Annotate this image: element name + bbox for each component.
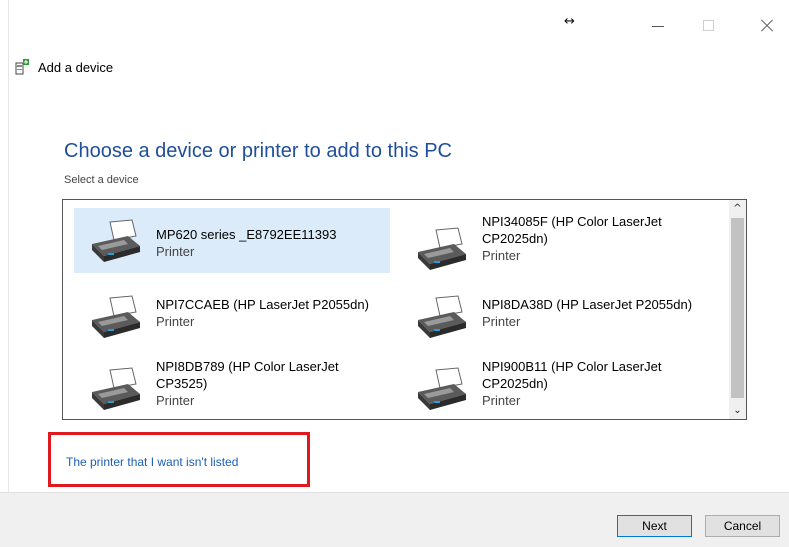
device-item[interactable]: NPI8DB789 (HP Color LaserJet CP3525) Pri… xyxy=(74,348,390,414)
vertical-scrollbar[interactable]: ^ ⌄ xyxy=(729,200,746,419)
device-type: Printer xyxy=(156,244,195,259)
scroll-up-arrow-icon[interactable]: ^ xyxy=(729,200,746,217)
device-name: NPI34085F (HP Color LaserJet CP2025dn) xyxy=(482,214,662,246)
maximize-button[interactable] xyxy=(695,14,725,38)
add-device-window: ↔ Add a device Choose a device or printe… xyxy=(0,0,789,547)
header-title: Add a device xyxy=(38,59,114,75)
select-device-label: Select a device xyxy=(64,174,139,186)
device-item[interactable]: MP620 series _E8792EE11393 Printer xyxy=(74,208,390,273)
device-type: Printer xyxy=(482,248,521,263)
printer-icon xyxy=(88,366,142,412)
printer-icon xyxy=(414,366,468,412)
window-edge xyxy=(8,0,9,546)
title-bar[interactable]: ↔ xyxy=(0,0,789,48)
scroll-down-arrow-icon[interactable]: ⌄ xyxy=(729,402,746,419)
device-item[interactable]: NPI34085F (HP Color LaserJet CP2025dn) P… xyxy=(400,208,716,273)
device-item[interactable]: NPI8DA38D (HP LaserJet P2055dn) Printer xyxy=(400,280,716,340)
device-name: NPI8DB789 (HP Color LaserJet CP3525) xyxy=(156,359,339,391)
device-item[interactable]: NPI900B11 (HP Color LaserJet CP2025dn) P… xyxy=(400,348,716,414)
minimize-button[interactable] xyxy=(644,14,674,38)
device-item[interactable]: NPI7CCAEB (HP LaserJet P2055dn) Printer xyxy=(74,280,390,340)
device-name: NPI8DA38D (HP LaserJet P2055dn) xyxy=(482,297,693,312)
printer-icon xyxy=(88,294,142,340)
device-name: MP620 series _E8792EE11393 xyxy=(156,227,337,242)
device-type: Printer xyxy=(482,393,521,408)
printer-icon xyxy=(88,218,142,264)
resize-cursor-icon: ↔ xyxy=(564,14,575,29)
cancel-button[interactable]: Cancel xyxy=(705,515,780,537)
device-type: Printer xyxy=(156,314,195,329)
page-title: Choose a device or printer to add to thi… xyxy=(64,140,452,162)
device-name: NPI7CCAEB (HP LaserJet P2055dn) xyxy=(156,297,369,312)
window-header: Add a device xyxy=(14,57,113,77)
device-name: NPI900B11 (HP Color LaserJet CP2025dn) xyxy=(482,359,662,391)
close-button[interactable] xyxy=(753,14,783,38)
scroll-thumb[interactable] xyxy=(731,218,744,398)
device-type: Printer xyxy=(156,393,195,408)
printer-not-listed-link[interactable]: The printer that I want isn't listed xyxy=(66,455,238,469)
next-button[interactable]: Next xyxy=(617,515,692,537)
add-device-icon xyxy=(14,58,32,76)
dialog-footer: Next Cancel xyxy=(0,492,789,547)
printer-icon xyxy=(414,226,468,272)
device-type: Printer xyxy=(482,314,521,329)
device-list[interactable]: MP620 series _E8792EE11393 Printer NPI34… xyxy=(62,199,747,420)
printer-icon xyxy=(414,294,468,340)
